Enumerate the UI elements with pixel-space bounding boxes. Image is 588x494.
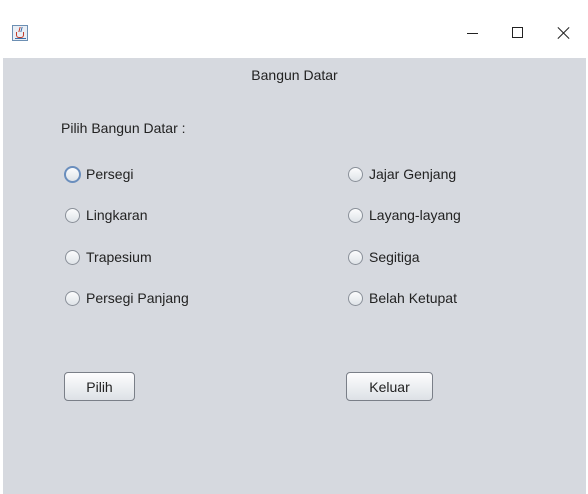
radio-layang-layang[interactable]: Layang-layang [348, 205, 461, 225]
radio-label: Persegi Panjang [86, 290, 189, 306]
radio-persegi-panjang[interactable]: Persegi Panjang [65, 288, 189, 308]
radio-trapesium[interactable]: Trapesium [65, 247, 152, 267]
radio-circle [348, 207, 363, 223]
radio-label: Trapesium [86, 249, 152, 265]
radio-label: Segitiga [369, 249, 420, 265]
minimize-button[interactable] [448, 18, 494, 48]
radio-circle [348, 290, 363, 306]
radio-circle [65, 290, 80, 306]
radio-persegi[interactable]: Persegi [64, 164, 134, 184]
radio-label: Lingkaran [86, 207, 148, 223]
app-window: Bangun Datar Pilih Bangun Datar : Perseg… [0, 0, 588, 494]
radio-circle [65, 207, 80, 223]
close-icon [557, 26, 571, 40]
title-bar[interactable] [0, 0, 588, 58]
radio-label: Jajar Genjang [369, 166, 457, 182]
radio-jajar-genjang[interactable]: Jajar Genjang [348, 164, 456, 184]
radio-label: Persegi [86, 166, 134, 182]
java-cup-icon[interactable] [12, 25, 28, 41]
close-button[interactable] [540, 18, 586, 48]
keluar-button[interactable]: Keluar [346, 372, 433, 401]
radio-segitiga[interactable]: Segitiga [348, 247, 420, 267]
radio-circle [348, 249, 363, 265]
page-title: Bangun Datar [251, 67, 338, 83]
radio-label: Layang-layang [369, 207, 461, 223]
radio-circle [64, 165, 81, 183]
radio-belah-ketupat[interactable]: Belah Ketupat [348, 288, 457, 308]
radio-lingkaran[interactable]: Lingkaran [65, 205, 148, 225]
pilih-button[interactable]: Pilih [64, 372, 135, 401]
radio-label: Belah Ketupat [369, 290, 457, 306]
maximize-button[interactable] [494, 18, 540, 48]
minimize-icon [467, 33, 478, 34]
radio-circle [348, 166, 363, 182]
maximize-icon [512, 27, 523, 38]
radio-circle [65, 249, 80, 265]
content-panel: Bangun Datar Pilih Bangun Datar : Perseg… [3, 58, 586, 494]
prompt-label: Pilih Bangun Datar : [61, 120, 186, 136]
